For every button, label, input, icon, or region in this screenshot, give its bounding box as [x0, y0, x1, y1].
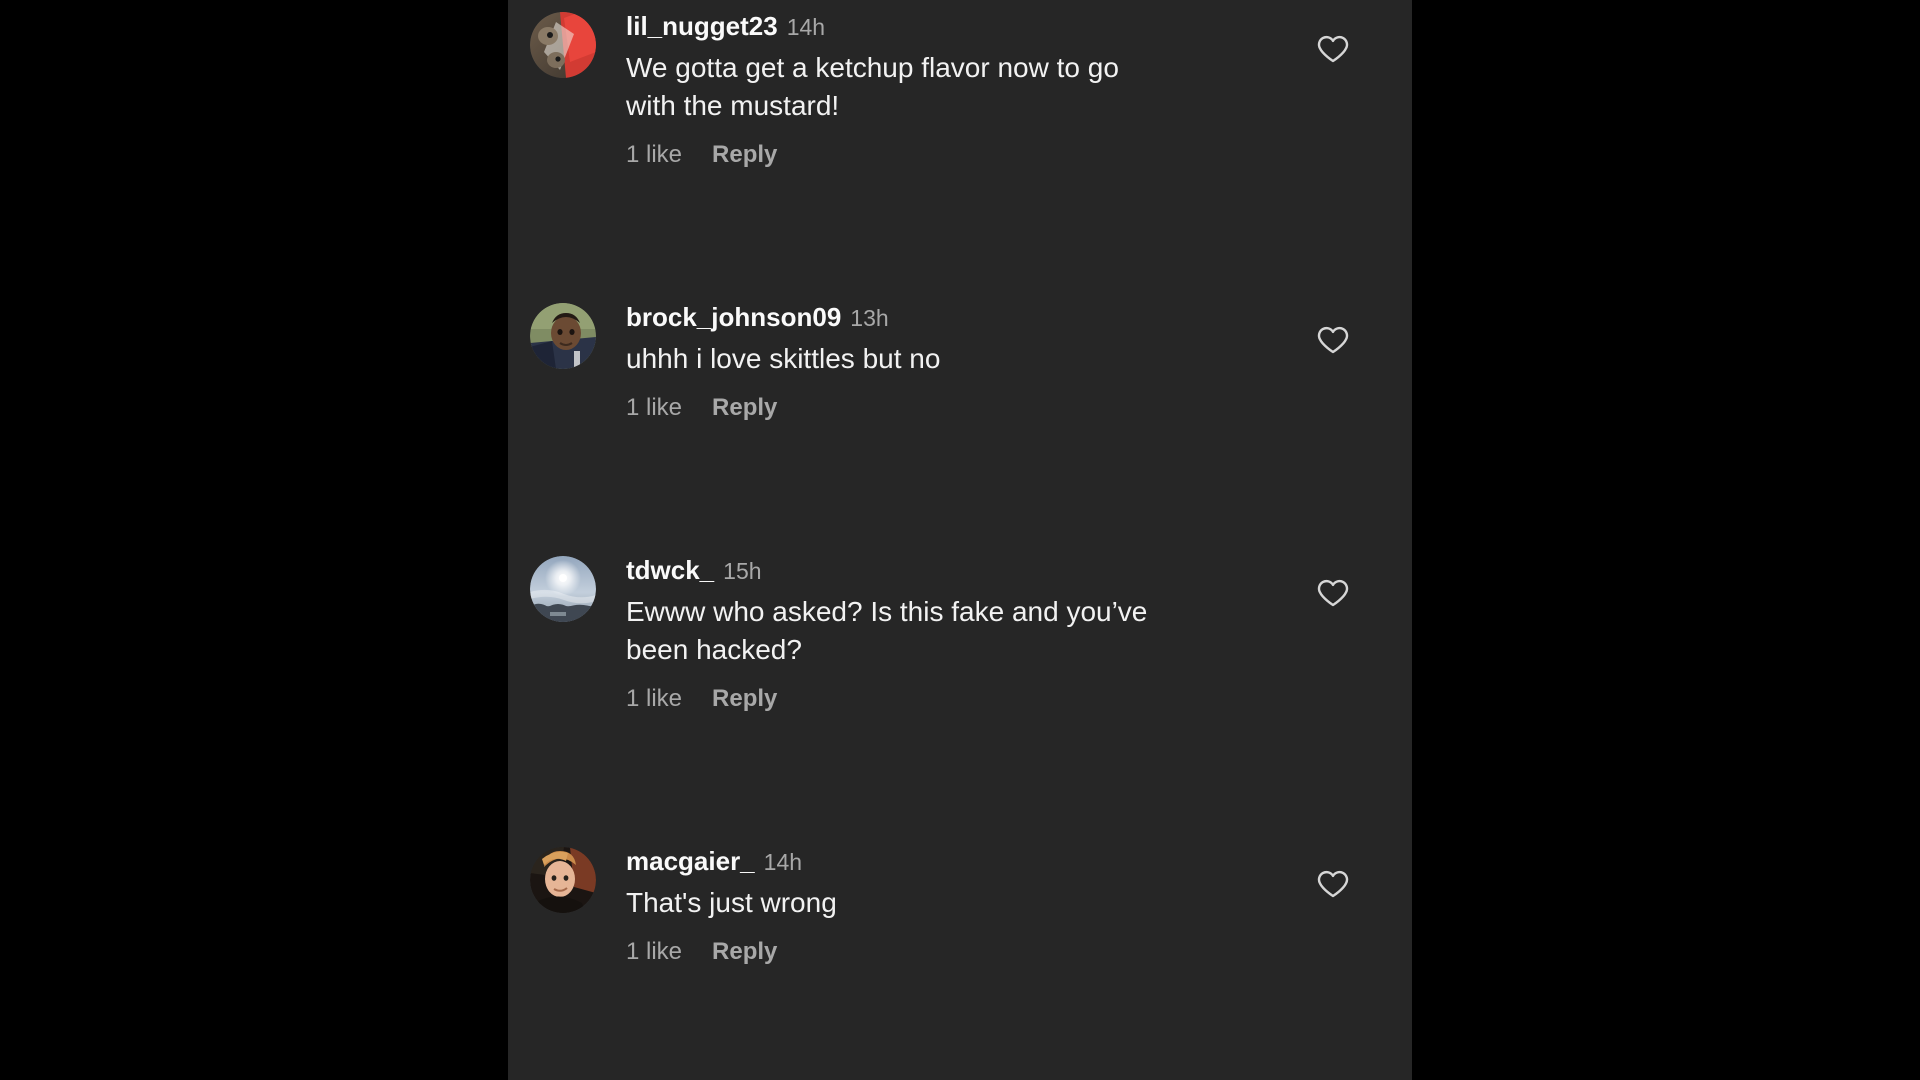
like-button[interactable] — [1316, 576, 1350, 610]
comment-meta: 1 like Reply — [626, 394, 1412, 422]
comment-username[interactable]: tdwck_ — [626, 555, 714, 585]
comment-meta: 1 like Reply — [626, 685, 1412, 713]
comment-username[interactable]: lil_nugget23 — [626, 11, 778, 41]
comment-item[interactable]: nuthead194815h Don’t worry guys, this is… — [508, 1000, 1412, 1080]
comment-username[interactable]: brock_johnson09 — [626, 302, 841, 332]
comment-headline: lil_nugget23 14h — [626, 10, 1412, 43]
like-button[interactable] — [1316, 867, 1350, 901]
comment-body: macgaier_ 14h That's just wrong 1 like Re… — [596, 747, 1412, 966]
comment-headline: brock_johnson09 13h — [626, 301, 1412, 334]
comment-headline: tdwck_ 15h — [626, 554, 1412, 587]
comments-feed[interactable]: lil_nugget23 14h We gotta get a ketchup f… — [508, 0, 1412, 1080]
heart-outline-icon — [1317, 870, 1349, 898]
like-button[interactable] — [1316, 32, 1350, 66]
comment-body: brock_johnson09 13h uhhh i love skittles … — [596, 203, 1412, 422]
comment-timestamp: 13h — [850, 305, 889, 331]
avatar[interactable] — [530, 12, 596, 78]
comment-timestamp: 15h — [723, 558, 762, 584]
avatar-tdwck-image — [530, 556, 596, 622]
avatar[interactable] — [530, 847, 596, 913]
avatar-brock-johnson09-image — [530, 303, 596, 369]
avatar-macgaier-image — [530, 847, 596, 913]
like-button[interactable] — [1316, 323, 1350, 357]
comment-timestamp: 14h — [763, 849, 803, 875]
comment-text: That's just wrong — [626, 887, 837, 918]
comment-list: lil_nugget23 14h We gotta get a ketchup f… — [508, 0, 1412, 1080]
comment-item[interactable]: brock_johnson09 13h uhhh i love skittles … — [508, 203, 1412, 422]
comment-headline: macgaier_ 14h — [626, 845, 1412, 878]
like-count[interactable]: 1 like — [626, 394, 682, 422]
avatar[interactable] — [530, 556, 596, 622]
comment-text: We gotta get a ketchup flavor now to go … — [626, 52, 1119, 121]
comment-timestamp: 14h — [786, 14, 826, 40]
comment-item[interactable]: macgaier_ 14h That's just wrong 1 like Re… — [508, 747, 1412, 966]
reply-button[interactable]: Reply — [712, 938, 777, 966]
letterbox-left — [0, 0, 508, 1080]
comment-meta: 1 like Reply — [626, 938, 1412, 966]
like-count[interactable]: 1 like — [626, 685, 682, 713]
reply-button[interactable]: Reply — [712, 685, 777, 713]
like-count[interactable]: 1 like — [626, 141, 682, 169]
heart-outline-icon — [1317, 35, 1349, 63]
reply-button[interactable]: Reply — [712, 394, 777, 422]
comment-meta: 1 like Reply — [626, 141, 1412, 169]
heart-outline-icon — [1317, 579, 1349, 607]
like-count[interactable]: 1 like — [626, 938, 682, 966]
reply-button[interactable]: Reply — [712, 141, 777, 169]
avatar-lil-nugget23-image — [530, 12, 596, 78]
comment-body: lil_nugget23 14h We gotta get a ketchup f… — [596, 0, 1412, 169]
letterbox-right — [1412, 0, 1920, 1080]
comment-item[interactable]: lil_nugget23 14h We gotta get a ketchup f… — [508, 0, 1412, 169]
avatar[interactable] — [530, 303, 596, 369]
comment-body: nuthead194815h Don’t worry guys, this is… — [596, 1000, 1412, 1080]
comment-item[interactable]: tdwck_ 15h Ewww who asked? Is this fake a… — [508, 456, 1412, 713]
comment-body: tdwck_ 15h Ewww who asked? Is this fake a… — [596, 456, 1412, 713]
comment-text: Ewww who asked? Is this fake and you’ve … — [626, 596, 1148, 665]
comment-text: uhhh i love skittles but no — [626, 343, 941, 374]
heart-outline-icon — [1317, 326, 1349, 354]
comment-username[interactable]: macgaier_ — [626, 846, 755, 876]
screen-root: lil_nugget23 14h We gotta get a ketchup f… — [0, 0, 1920, 1080]
